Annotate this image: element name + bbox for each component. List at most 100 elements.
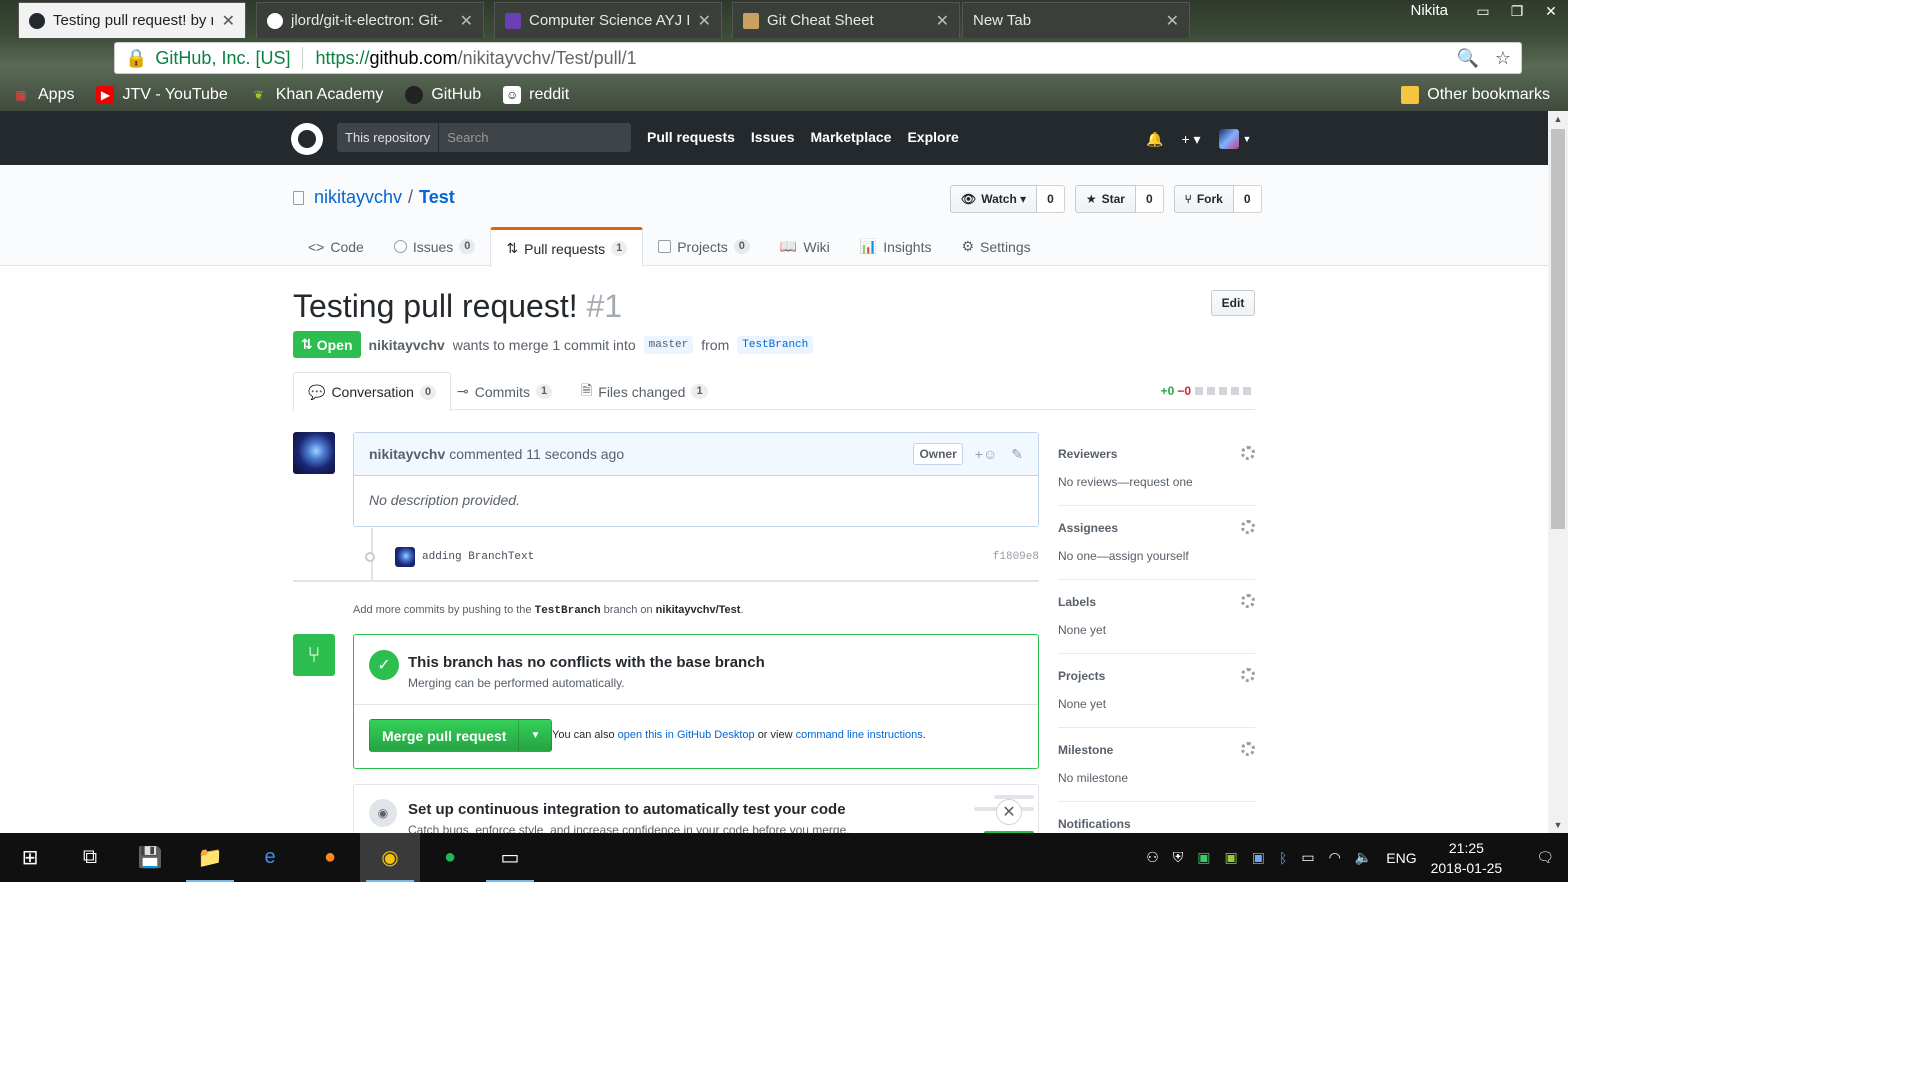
sidebar-value[interactable]: No reviews—request one [1058,475,1193,489]
battery-icon[interactable]: ▭ [1301,849,1314,866]
repo-owner-link[interactable]: nikitayvchv [314,187,402,208]
tab-code[interactable]: <> Code [293,227,379,266]
bookmark-star-icon[interactable]: ☆ [1495,48,1511,69]
comment-meta[interactable]: commented 11 seconds ago [449,446,624,462]
commit-sha[interactable]: f1809e8 [993,551,1039,563]
restore-icon[interactable]: ❐ [1500,0,1534,22]
avatar[interactable] [293,432,335,474]
tab-issues[interactable]: Issues 0 [379,227,491,266]
volume-icon[interactable]: 🔈 [1355,849,1372,866]
star-count[interactable]: 0 [1135,185,1164,213]
scroll-down-icon[interactable]: ▼ [1548,817,1568,833]
close-tab-icon[interactable]: ✕ [1166,11,1179,31]
commit-message[interactable]: adding BranchText [422,551,534,563]
add-reaction-icon[interactable]: +☺ [975,446,997,462]
wifi-icon[interactable]: ◠ [1329,849,1341,866]
github-logo-icon[interactable] [291,123,323,155]
gear-icon[interactable] [1241,668,1255,682]
browser-tab-cs[interactable]: Computer Science AYJ IC ✕ [494,2,722,38]
head-branch[interactable]: TestBranch [737,335,814,354]
notification-center-icon[interactable]: 🗨 [1536,849,1554,866]
browser-tab-new[interactable]: New Tab ✕ [962,2,1190,38]
tab-projects[interactable]: Projects 0 [643,227,765,266]
url-text[interactable]: https://github.com/nikitayvchv/Test/pull… [315,48,636,69]
search-input[interactable] [439,130,620,145]
bookmark-khan[interactable]: ❦ Khan Academy [250,86,384,104]
secure-label[interactable]: GitHub, Inc. [US] [155,48,290,69]
nav-issues[interactable]: Issues [751,129,795,145]
gear-icon[interactable] [1241,446,1255,460]
start-windows-icon[interactable]: ⊞ [0,833,60,882]
bookmark-reddit[interactable]: ☺ reddit [503,86,569,104]
sidebar-value[interactable]: No one—assign yourself [1058,549,1189,563]
people-icon[interactable]: ⚇ [1146,849,1159,866]
sidebar-label[interactable]: Milestone [1058,743,1113,757]
firefox-icon[interactable]: ● [300,833,360,882]
edge-browser-icon[interactable]: e [240,833,300,882]
watch-count[interactable]: 0 [1037,185,1065,213]
fork-button[interactable]: ⑂ Fork [1173,185,1234,213]
lock-icon[interactable]: 🔒 [125,48,147,69]
search-box[interactable]: This repository [337,123,631,152]
close-tab-icon[interactable]: ✕ [222,11,235,31]
save-disk-app-icon[interactable]: 💾 [120,833,180,882]
tab-pull-requests[interactable]: ⇅ Pull requests 1 [490,227,644,267]
close-icon[interactable]: ✕ [996,799,1022,825]
tray-app-icon[interactable]: ▣ [1224,849,1237,866]
tab-wiki[interactable]: 📖 Wiki [765,227,845,266]
terminal-icon[interactable]: ▭ [480,833,540,882]
browser-tab-pr[interactable]: Testing pull request! by n ✕ [18,2,246,38]
bookmark-youtube[interactable]: ▶ JTV - YouTube [96,86,228,104]
gear-icon[interactable] [1241,742,1255,756]
language-indicator[interactable]: ENG [1386,850,1416,866]
repo-name-link[interactable]: Test [419,187,455,208]
pencil-icon[interactable]: ✎ [1011,446,1023,463]
minimize-icon[interactable]: ▭ [1466,0,1500,22]
tab-settings[interactable]: ⚙ Settings [946,227,1045,266]
tray-app-icon[interactable]: ▣ [1252,849,1265,866]
task-view-icon[interactable]: ⧉ [60,833,120,882]
watch-button[interactable]: 👁 Watch ▾ [950,185,1038,213]
address-bar[interactable]: 🔒 GitHub, Inc. [US] https://github.com/n… [114,42,1522,74]
author-link[interactable]: nikitayvchv [369,337,445,353]
page-scrollbar[interactable]: ▲ ▼ [1548,111,1568,833]
nav-pull-requests[interactable]: Pull requests [647,129,735,145]
merge-pull-request-button[interactable]: Merge pull request [369,719,520,752]
bookmark-apps[interactable]: ▦ Apps [12,86,74,104]
clock[interactable]: 21:25 2018-01-25 [1431,838,1503,878]
zoom-search-icon[interactable]: 🔍 [1456,48,1478,69]
file-explorer-icon[interactable]: 📁 [180,833,240,882]
sidebar-label[interactable]: Reviewers [1058,447,1117,461]
fork-count[interactable]: 0 [1233,185,1262,213]
base-branch[interactable]: master [643,335,694,354]
browser-tab-git-it[interactable]: jlord/git-it-electron: Git- ✕ [256,2,484,38]
profile-name[interactable]: Nikita [1410,2,1448,19]
open-desktop-link[interactable]: open this in GitHub Desktop [618,729,755,741]
edit-title-button[interactable]: Edit [1211,290,1255,316]
chrome-icon[interactable]: ◉ [360,833,420,882]
comment-author[interactable]: nikitayvchv [369,446,445,462]
avatar[interactable] [395,547,415,567]
spotify-icon[interactable]: ● [420,833,480,882]
sidebar-label[interactable]: Assignees [1058,521,1118,535]
browser-tab-cheat[interactable]: Git Cheat Sheet ✕ [732,2,960,38]
scroll-up-icon[interactable]: ▲ [1548,111,1568,127]
other-bookmarks[interactable]: Other bookmarks [1401,86,1550,104]
sidebar-label[interactable]: Projects [1058,669,1105,683]
scrollbar-thumb[interactable] [1551,129,1565,529]
sidebar-label[interactable]: Labels [1058,595,1096,609]
nav-explore[interactable]: Explore [907,129,958,145]
bell-icon[interactable]: 🔔 [1146,131,1163,148]
shield-icon[interactable]: ⛨ [1173,849,1184,866]
close-tab-icon[interactable]: ✕ [936,11,949,31]
tab-insights[interactable]: 📊 Insights [845,227,947,266]
tray-app-icon[interactable]: ▣ [1197,849,1210,866]
gear-icon[interactable] [1241,520,1255,534]
tab-conversation[interactable]: 💬 Conversation 0 [293,372,452,411]
bluetooth-icon[interactable]: ᛒ [1279,850,1287,866]
tab-files-changed[interactable]: 🗎 Files changed 1 [567,372,722,411]
nav-marketplace[interactable]: Marketplace [811,129,892,145]
close-window-icon[interactable]: ✕ [1534,0,1568,22]
user-menu[interactable]: ▼ [1218,129,1251,149]
bookmark-github[interactable]: GitHub [405,86,481,104]
